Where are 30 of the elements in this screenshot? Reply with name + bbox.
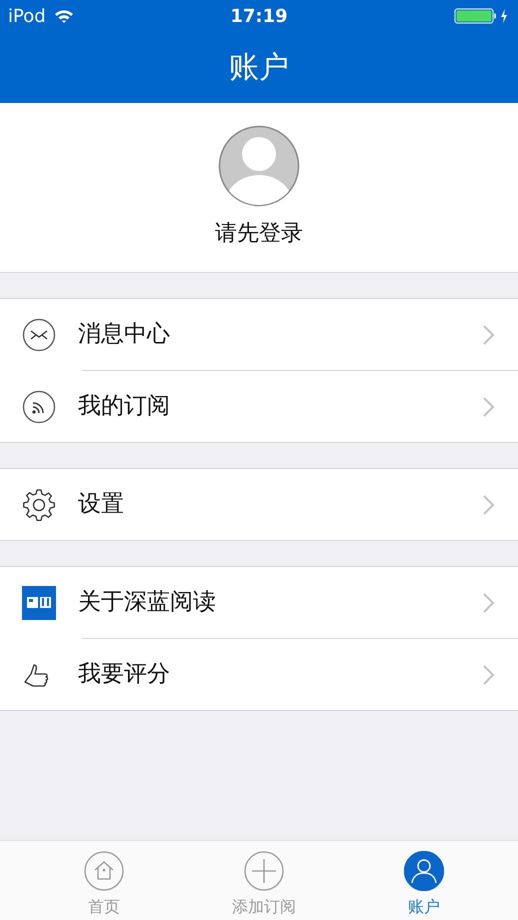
chevron-icon	[483, 324, 494, 344]
avatar-icon[interactable]	[218, 125, 300, 207]
chevron-icon	[483, 396, 494, 416]
menu-item[interactable]: 消息中心	[0, 299, 518, 370]
menu-label: 消息中心	[78, 320, 171, 350]
chevron-icon	[483, 494, 494, 514]
battery-icon	[454, 8, 510, 24]
home-icon	[84, 851, 124, 891]
user-icon	[404, 851, 444, 891]
status-time: 17:19	[229, 4, 289, 28]
login-link[interactable]: 请先登录	[215, 217, 303, 250]
menu-label: 我的订阅	[78, 392, 171, 422]
carrier-name: iPod	[8, 4, 46, 28]
menu-item[interactable]: 我要评分	[0, 639, 518, 710]
menu-label: 关于深蓝阅读	[78, 588, 217, 618]
tab-item[interactable]: 账户	[344, 841, 504, 920]
menu-item[interactable]: 关于深蓝阅读	[0, 567, 518, 638]
add-icon	[244, 851, 284, 891]
screen-title: 账户	[229, 49, 289, 87]
settings-icon	[22, 488, 56, 522]
book-icon	[22, 586, 56, 620]
chevron-icon	[483, 664, 494, 684]
menu-label: 设置	[78, 490, 125, 520]
chevron-icon	[483, 592, 494, 612]
menu-item[interactable]: 我的订阅	[0, 371, 518, 442]
feed-icon	[22, 390, 56, 424]
envelope-icon	[22, 318, 56, 352]
menu-item[interactable]: 设置	[0, 469, 518, 540]
menu-label: 我要评分	[78, 660, 171, 690]
wifi-icon	[54, 8, 74, 24]
